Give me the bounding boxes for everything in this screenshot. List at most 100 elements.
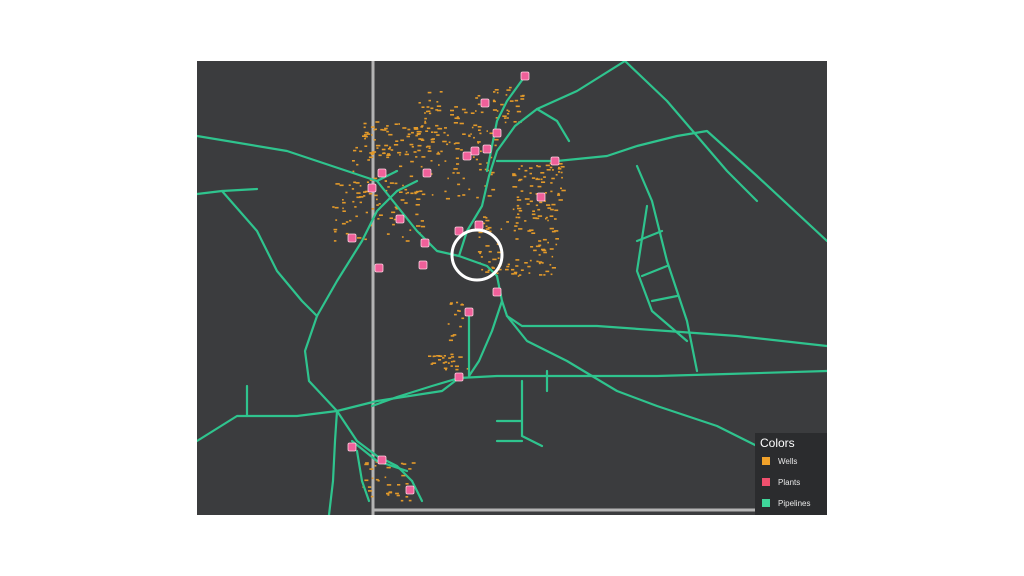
well-marker [436, 105, 442, 107]
well-marker [545, 270, 550, 273]
well-marker [355, 182, 360, 184]
well-marker [539, 274, 543, 276]
well-marker [415, 213, 419, 216]
plant-marker[interactable] [470, 146, 480, 156]
well-marker [363, 195, 366, 197]
well-marker [371, 208, 375, 210]
plant-marker[interactable] [462, 151, 472, 161]
plant-marker[interactable] [464, 307, 474, 317]
well-marker [536, 165, 538, 167]
well-marker [545, 164, 550, 167]
well-marker [408, 468, 412, 470]
well-marker [517, 207, 522, 210]
well-marker [516, 204, 520, 207]
well-marker [450, 365, 453, 367]
well-marker [550, 273, 553, 276]
well-marker [355, 146, 358, 149]
well-marker [541, 181, 546, 183]
well-marker [535, 204, 539, 207]
well-marker [402, 127, 407, 129]
well-marker [444, 361, 448, 363]
plant-marker[interactable] [550, 156, 560, 166]
plant-marker[interactable] [520, 71, 530, 81]
well-marker [395, 492, 399, 495]
well-marker [477, 251, 482, 253]
well-marker [400, 499, 404, 502]
well-marker [523, 175, 527, 178]
well-marker [438, 164, 440, 166]
well-marker [555, 238, 559, 240]
well-marker [405, 192, 408, 195]
plant-marker[interactable] [536, 192, 546, 202]
map-canvas[interactable]: Colors Wells Plants Pipelines [197, 61, 827, 515]
plant-marker[interactable] [347, 233, 357, 243]
well-marker [368, 156, 374, 159]
well-marker [417, 144, 422, 147]
plant-marker[interactable] [395, 214, 405, 224]
well-marker [386, 484, 392, 486]
well-marker [549, 215, 554, 217]
well-marker [428, 147, 431, 149]
plant-marker[interactable] [454, 372, 464, 382]
well-marker [354, 206, 357, 208]
well-marker [475, 97, 479, 99]
well-marker [386, 156, 390, 159]
well-marker [503, 117, 507, 119]
well-marker [491, 267, 495, 269]
plant-marker[interactable] [482, 144, 492, 154]
plant-marker[interactable] [347, 442, 357, 452]
plant-marker[interactable] [422, 168, 432, 178]
well-marker [401, 236, 404, 238]
plant-marker[interactable] [492, 128, 502, 138]
well-marker [433, 355, 436, 357]
well-marker [543, 176, 546, 178]
well-marker [453, 122, 458, 124]
well-marker [460, 149, 463, 151]
well-marker [384, 476, 387, 479]
plant-marker[interactable] [420, 238, 430, 248]
well-marker [470, 133, 472, 135]
well-marker [388, 133, 393, 136]
plant-marker[interactable] [374, 263, 384, 273]
well-marker [415, 156, 418, 158]
plant-marker[interactable] [367, 183, 377, 193]
well-marker [386, 130, 389, 133]
well-marker [430, 107, 434, 110]
well-marker [512, 208, 515, 211]
plant-marker[interactable] [377, 168, 387, 178]
plant-marker[interactable] [480, 98, 490, 108]
well-marker [389, 217, 393, 219]
plant-marker[interactable] [492, 287, 502, 297]
well-marker [371, 134, 373, 136]
well-marker [454, 106, 458, 108]
well-marker [436, 355, 441, 357]
well-marker [366, 181, 369, 183]
plant-marker[interactable] [405, 485, 415, 495]
well-marker [365, 135, 368, 138]
well-marker [511, 268, 515, 271]
well-marker [488, 250, 492, 253]
pipeline [495, 419, 524, 443]
well-marker [367, 159, 370, 161]
well-marker [549, 248, 554, 250]
well-marker [406, 135, 410, 138]
well-marker [533, 249, 537, 252]
plant-marker[interactable] [474, 220, 484, 230]
well-marker [376, 198, 378, 201]
well-marker [543, 251, 547, 254]
well-marker [374, 128, 377, 131]
well-marker [396, 494, 400, 497]
well-marker [427, 91, 432, 94]
well-marker [430, 160, 433, 162]
well-marker [500, 103, 504, 106]
well-marker [439, 91, 443, 93]
well-marker [487, 195, 492, 197]
plant-marker[interactable] [377, 455, 387, 465]
well-marker [376, 204, 379, 206]
well-marker [461, 303, 463, 306]
well-marker [448, 339, 453, 342]
well-marker [477, 95, 481, 97]
plant-marker[interactable] [418, 260, 428, 270]
well-marker [536, 260, 539, 263]
well-marker [417, 149, 421, 152]
